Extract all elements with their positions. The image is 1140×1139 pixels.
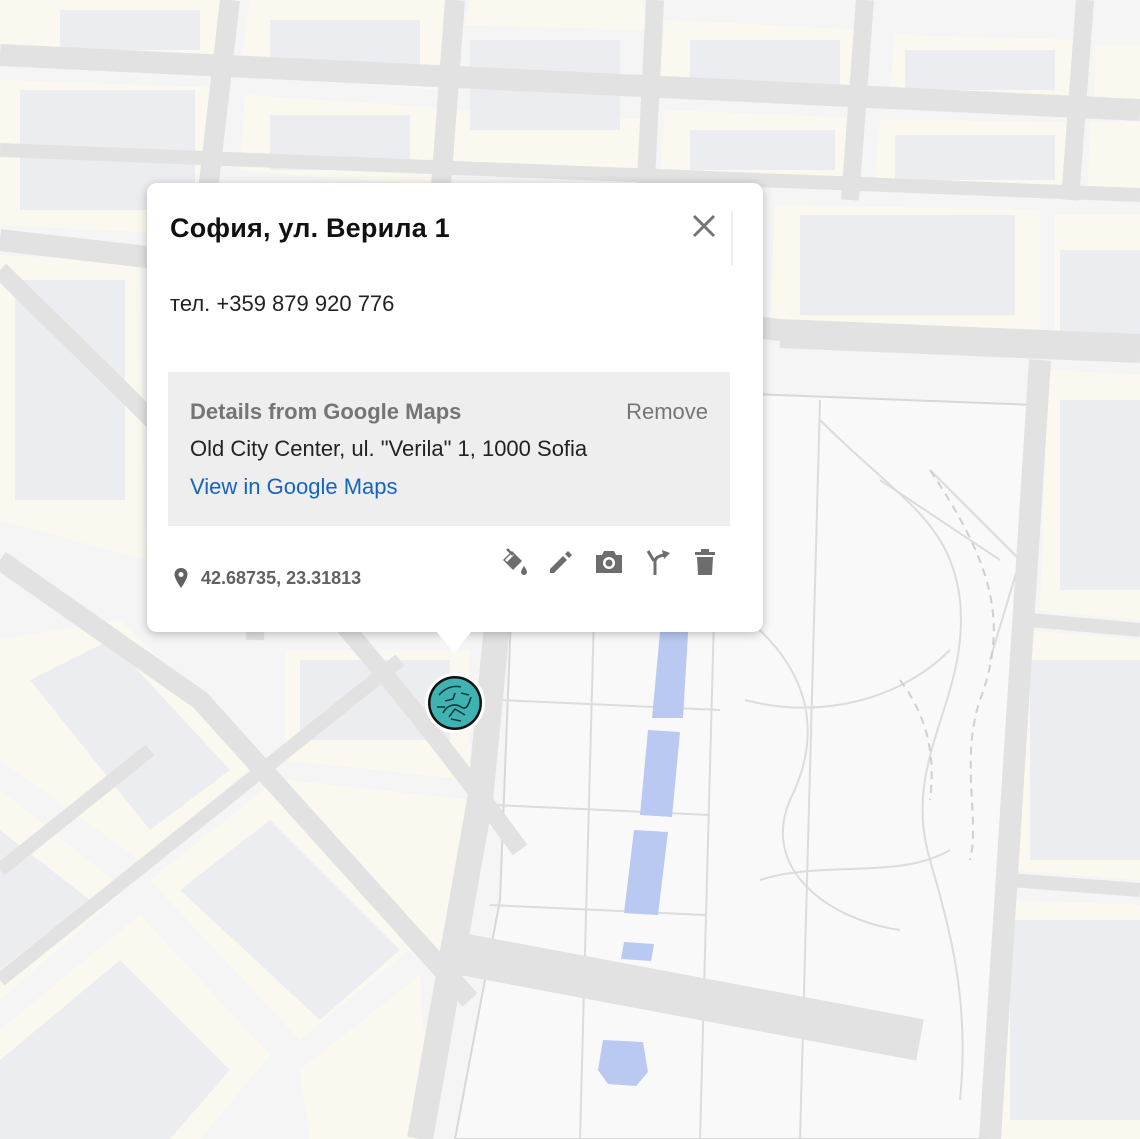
toolbar [497,546,721,578]
directions-icon [646,550,670,575]
trash-icon [695,549,715,575]
place-marker-icon [425,673,485,733]
map-view[interactable]: София, ул. Верила 1 тел. +359 879 920 77… [0,0,1140,1139]
coordinates-text: 42.68735, 23.31813 [201,567,362,588]
edit-button[interactable] [545,546,577,578]
directions-button[interactable] [641,546,673,578]
delete-button[interactable] [689,546,721,578]
place-title: София, ул. Верила 1 [170,213,450,243]
pencil-icon [550,551,572,573]
details-heading: Details from Google Maps [190,399,462,424]
pin-icon [174,568,188,588]
close-icon [692,214,716,238]
view-in-google-maps-link[interactable]: View in Google Maps [190,474,398,500]
coordinates: 42.68735, 23.31813 [173,567,361,589]
address-text: Old City Center, ul. "Verila" 1, 1000 So… [190,436,588,461]
remove-button[interactable]: Remove [626,399,708,425]
camera-icon [596,551,622,573]
style-button[interactable] [497,546,529,578]
info-window: София, ул. Верила 1 тел. +359 879 920 77… [147,183,763,632]
add-image-button[interactable] [593,546,625,578]
paint-bucket-icon [503,548,527,575]
place-marker[interactable] [425,673,485,733]
info-window-pointer [436,631,472,653]
close-button[interactable] [689,211,719,241]
google-maps-details: Details from Google Maps Remove Old City… [168,372,730,526]
place-description: тел. +359 879 920 776 [170,291,395,316]
